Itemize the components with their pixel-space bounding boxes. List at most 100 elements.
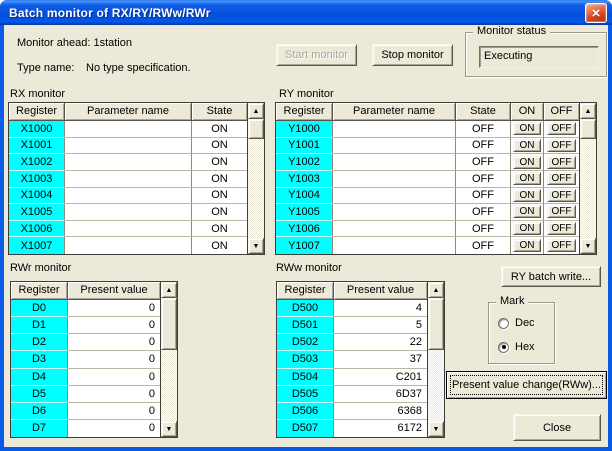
close-dialog-button[interactable]: Close xyxy=(513,414,601,441)
state-cell: ON xyxy=(192,171,247,188)
state-cell: ON xyxy=(192,188,247,205)
scrollbar-track[interactable] xyxy=(161,350,177,421)
register-cell: X1002 xyxy=(9,154,65,171)
scroll-up-button[interactable]: ▲ xyxy=(248,103,264,119)
radio-dec-icon xyxy=(498,318,509,329)
vertical-scrollbar[interactable]: ▲ ▼ xyxy=(579,103,596,254)
table-row: D500 4 xyxy=(277,300,427,317)
rwr-monitor-table: Register Present value D0 0 D1 0 D2 0 xyxy=(10,281,178,438)
off-button[interactable]: OFF xyxy=(547,189,577,202)
table-row: X1002 ON xyxy=(9,154,247,171)
vertical-scrollbar[interactable]: ▲ ▼ xyxy=(427,282,444,437)
scrollbar-thumb[interactable] xyxy=(428,298,444,350)
parameter-name-cell xyxy=(333,121,456,138)
vertical-scrollbar[interactable]: ▲ ▼ xyxy=(160,282,177,437)
parameter-name-cell xyxy=(333,171,456,188)
table-row: D1 0 xyxy=(11,317,160,334)
parameter-name-cell xyxy=(65,154,192,171)
present-value-cell: 0 xyxy=(68,420,160,437)
off-button[interactable]: OFF xyxy=(547,122,577,135)
register-cell: D0 xyxy=(11,300,68,317)
off-button[interactable]: OFF xyxy=(547,172,577,185)
table-row: X1000 ON xyxy=(9,121,247,138)
close-button[interactable]: × xyxy=(585,3,607,23)
on-button[interactable]: ON xyxy=(513,189,540,202)
scroll-up-button[interactable]: ▲ xyxy=(580,103,596,119)
scroll-down-button[interactable]: ▼ xyxy=(161,421,177,437)
parameter-name-cell xyxy=(65,171,192,188)
on-button[interactable]: ON xyxy=(513,222,540,235)
parameter-name-cell xyxy=(65,237,192,254)
window-title: Batch monitor of RX/RY/RWw/RWr xyxy=(0,6,211,20)
on-button[interactable]: ON xyxy=(513,139,540,152)
radio-dec[interactable]: Dec xyxy=(498,317,535,329)
ry-monitor-title: RY monitor xyxy=(279,88,334,100)
register-cell: Y1005 xyxy=(276,204,333,221)
stop-monitor-button[interactable]: Stop monitor xyxy=(372,44,453,66)
on-button[interactable]: ON xyxy=(513,122,540,135)
scrollbar-thumb[interactable] xyxy=(248,119,264,139)
on-cell: ON xyxy=(511,171,544,188)
on-button[interactable]: ON xyxy=(513,172,540,185)
present-value-cell: 0 xyxy=(68,334,160,351)
state-cell: OFF xyxy=(456,221,511,238)
off-button[interactable]: OFF xyxy=(547,222,577,235)
scrollbar-thumb[interactable] xyxy=(580,119,596,139)
present-value-change-button[interactable]: Present value change(RWw)... xyxy=(446,371,607,399)
on-cell: ON xyxy=(511,237,544,254)
register-cell: Y1004 xyxy=(276,188,333,205)
rx-monitor-title: RX monitor xyxy=(10,88,65,100)
scrollbar-track[interactable] xyxy=(428,350,444,421)
scrollbar-track[interactable] xyxy=(580,139,596,238)
present-value-cell: 0 xyxy=(68,317,160,334)
table-row: X1005 ON xyxy=(9,204,247,221)
scroll-down-button[interactable]: ▼ xyxy=(428,421,444,437)
radio-hex[interactable]: Hex xyxy=(498,341,535,353)
rww-table-header: Register Present value xyxy=(277,282,427,300)
state-cell: OFF xyxy=(456,138,511,155)
present-value-cell: 6368 xyxy=(334,403,427,420)
off-cell: OFF xyxy=(544,121,579,138)
scrollbar-thumb[interactable] xyxy=(161,298,177,350)
off-button[interactable]: OFF xyxy=(547,139,577,152)
present-value-cell: 4 xyxy=(334,300,427,317)
rwr-table-header: Register Present value xyxy=(11,282,160,300)
off-button[interactable]: OFF xyxy=(547,239,577,252)
arrow-up-icon: ▲ xyxy=(433,287,440,294)
register-cell: Y1000 xyxy=(276,121,333,138)
table-row: X1001 ON xyxy=(9,138,247,155)
scrollbar-track[interactable] xyxy=(248,139,264,238)
dialog-body: Monitor ahead: 1station Type name: No ty… xyxy=(4,25,608,447)
off-button[interactable]: OFF xyxy=(547,205,577,218)
off-button[interactable]: OFF xyxy=(547,156,577,169)
scroll-up-button[interactable]: ▲ xyxy=(161,282,177,298)
register-cell: D503 xyxy=(277,351,334,368)
on-cell: ON xyxy=(511,138,544,155)
ry-batch-write-button[interactable]: RY batch write... xyxy=(501,266,601,287)
start-monitor-button[interactable]: Start monitor xyxy=(276,44,357,66)
table-row: X1006 ON xyxy=(9,221,247,238)
register-cell: Y1007 xyxy=(276,237,333,254)
state-cell: OFF xyxy=(456,171,511,188)
parameter-name-cell xyxy=(65,204,192,221)
dialog-window: Batch monitor of RX/RY/RWw/RWr × Monitor… xyxy=(0,0,612,451)
on-button[interactable]: ON xyxy=(513,156,540,169)
rx-monitor-table: Register Parameter name State X1000 ON X… xyxy=(8,102,265,255)
title-bar[interactable]: Batch monitor of RX/RY/RWw/RWr × xyxy=(0,0,612,25)
vertical-scrollbar[interactable]: ▲ ▼ xyxy=(247,103,264,254)
on-button[interactable]: ON xyxy=(513,205,540,218)
scroll-down-button[interactable]: ▼ xyxy=(580,238,596,254)
on-cell: ON xyxy=(511,154,544,171)
table-row: D507 6172 xyxy=(277,420,427,437)
state-cell: OFF xyxy=(456,237,511,254)
on-button[interactable]: ON xyxy=(513,239,540,252)
monitor-status-field: Executing xyxy=(479,46,599,68)
column-header-register: Register xyxy=(276,103,333,120)
register-cell: D1 xyxy=(11,317,68,334)
scroll-down-button[interactable]: ▼ xyxy=(248,238,264,254)
scroll-up-button[interactable]: ▲ xyxy=(428,282,444,298)
present-value-cell: 0 xyxy=(68,300,160,317)
register-cell: D7 xyxy=(11,420,68,437)
off-cell: OFF xyxy=(544,237,579,254)
on-cell: ON xyxy=(511,204,544,221)
